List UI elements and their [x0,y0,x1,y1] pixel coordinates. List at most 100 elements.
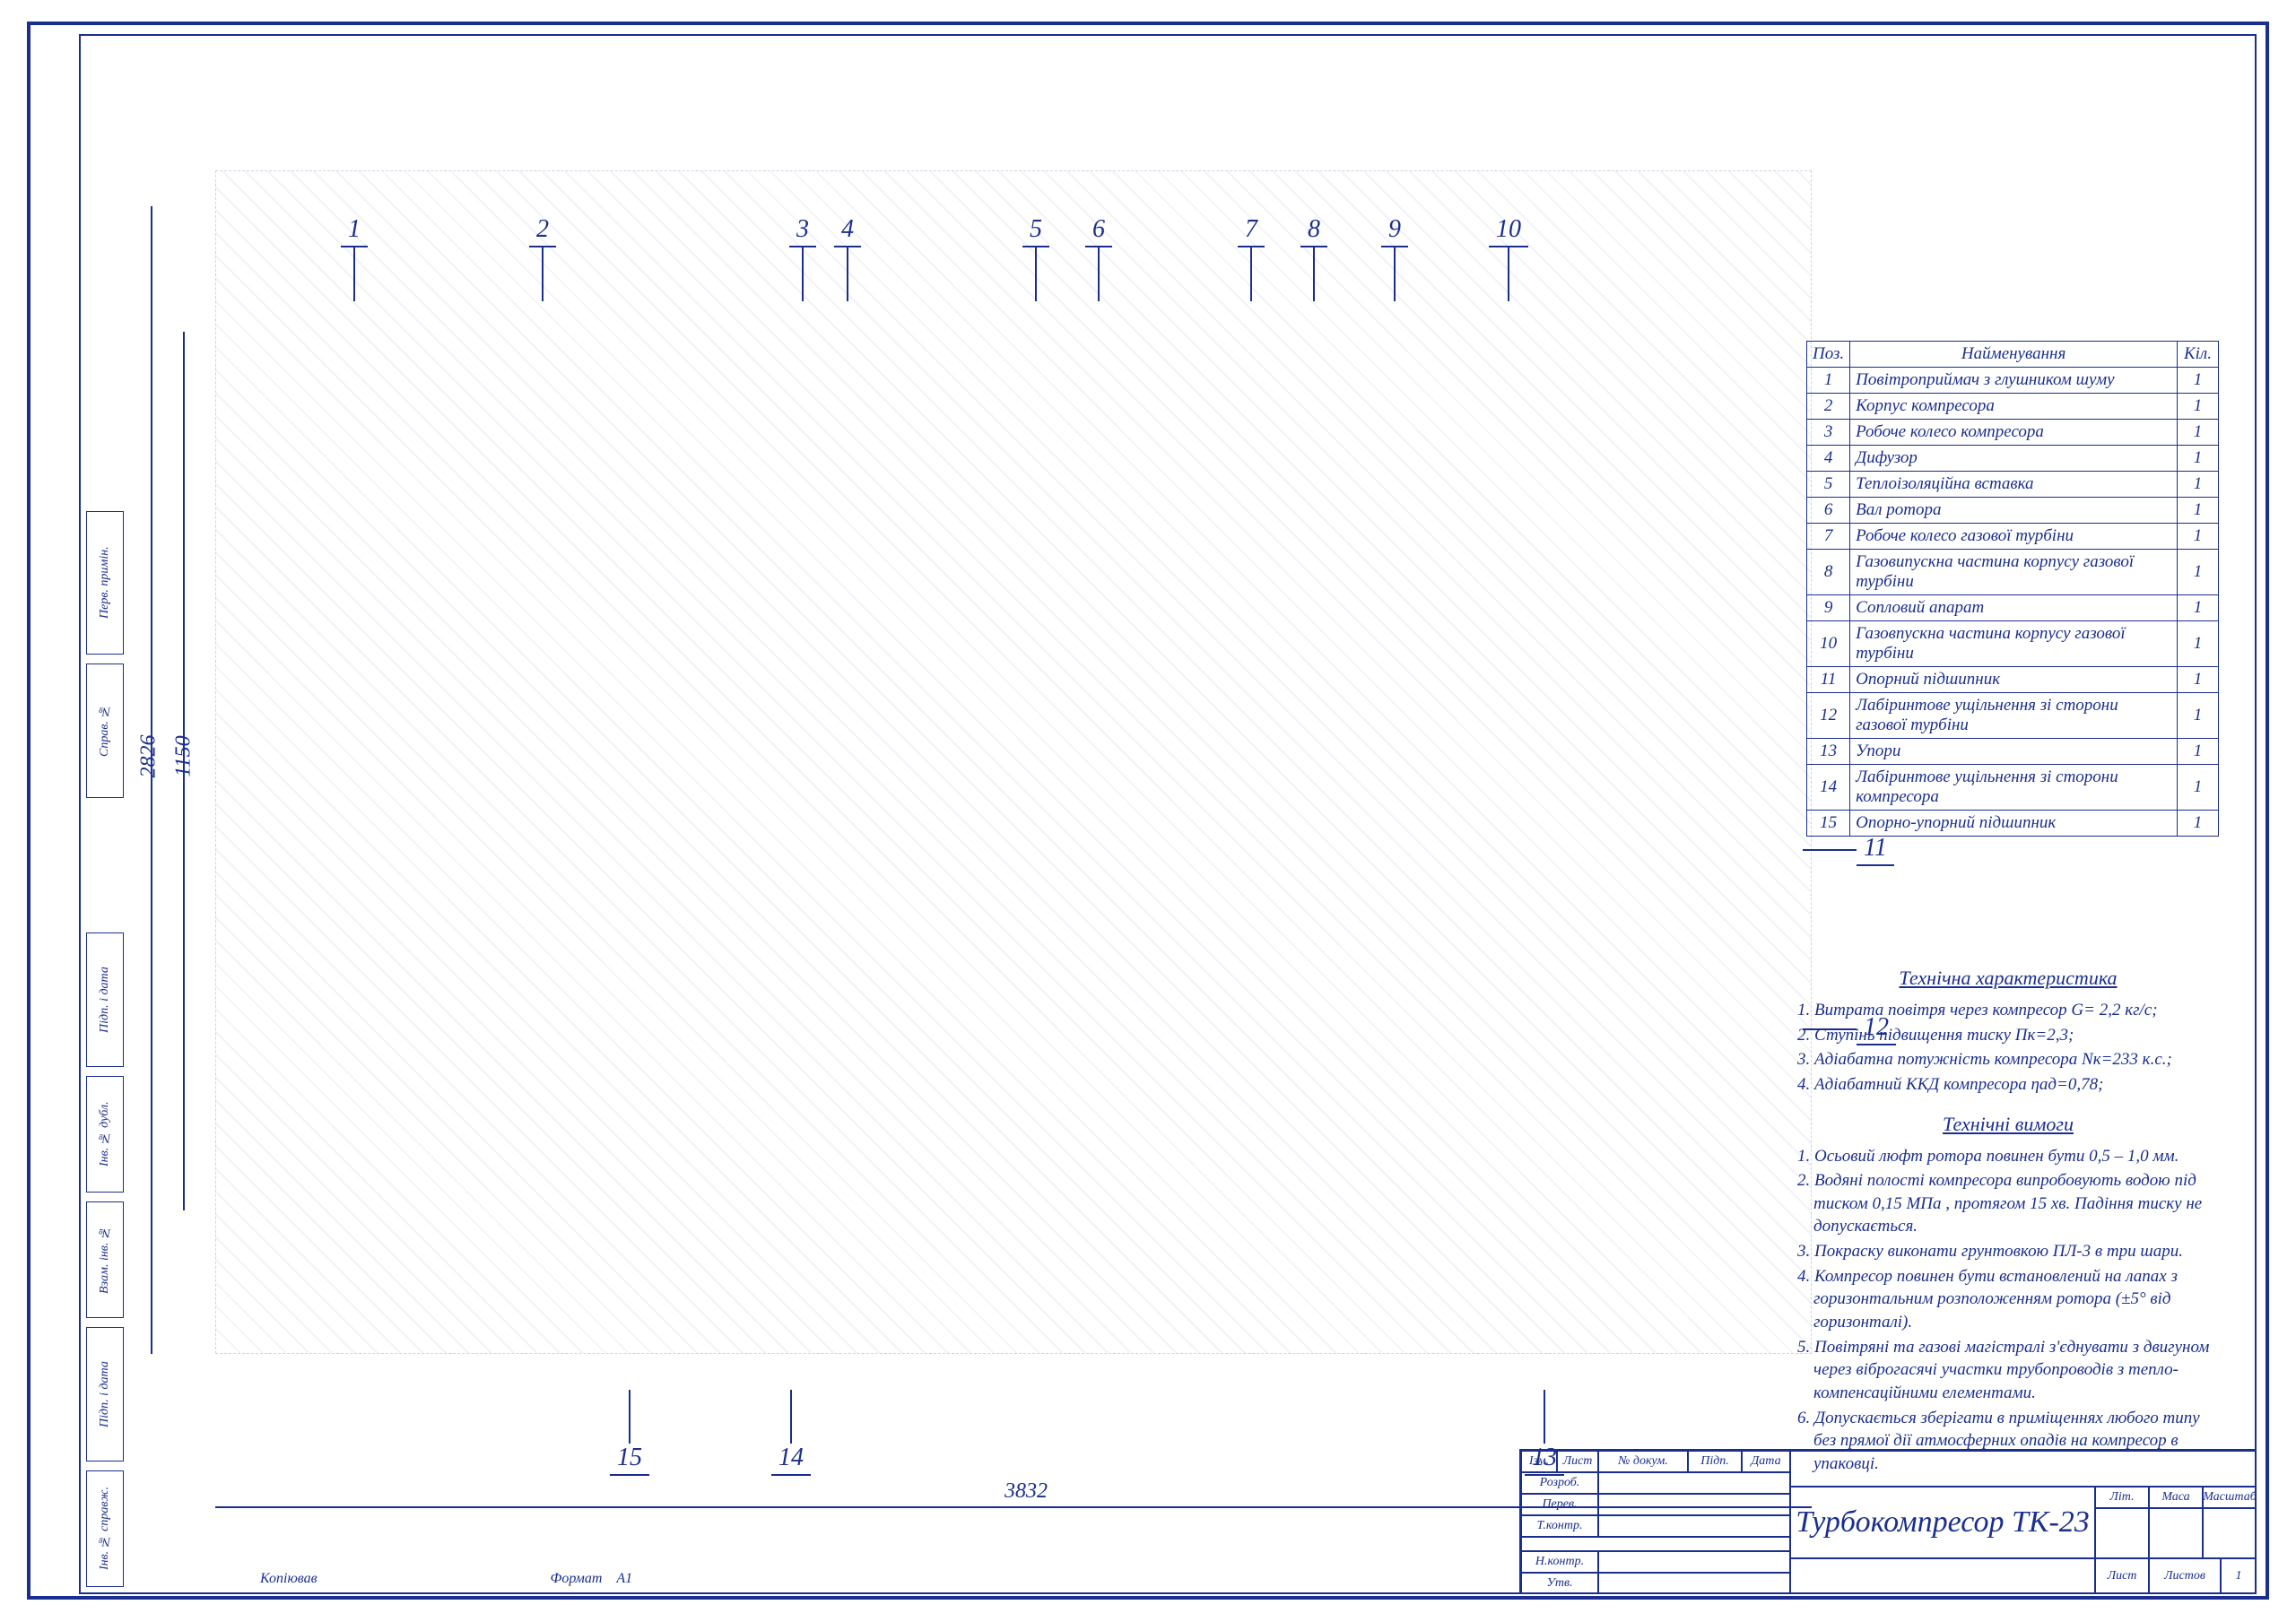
tb-nkontr: Н.контр. [1521,1551,1598,1573]
cell-name: Теплоізоляційна вставка [1850,472,2178,498]
callout-4: 4 [834,215,861,247]
table-row: 14Лабіринтове ущільнення зі сторони комп… [1807,765,2219,811]
tb-perev-val [1598,1494,1790,1515]
cell-pos: 5 [1807,472,1850,498]
callout-11: 11 [1857,834,1894,866]
rev-cell: Перв. примін. [86,511,124,655]
cell-qty: 1 [2178,472,2219,498]
cell-name: Опорний підшипник [1850,667,2178,693]
revision-strip: Інв. № справж. Підп. і дата Взам. інв. №… [81,36,129,1596]
table-row: 11Опорний підшипник1 [1807,667,2219,693]
dim-label-width: 3832 [1004,1479,1048,1504]
tb-mashtab: Маcштаб [2203,1487,2257,1508]
tech-req-item: 1. Осьовий люфт ротора повинен бути 0,5 … [1797,1145,2219,1168]
tb-rozrob: Розроб. [1521,1472,1598,1494]
table-row: 4Дифузор1 [1807,446,2219,472]
table-row: 2Корпус компресора1 [1807,394,2219,420]
table-row: 5Теплоізоляційна вставка1 [1807,472,2219,498]
footer-labels: Копіював Формат А1 [260,1571,1157,1587]
callout-5: 5 [1022,215,1049,247]
cell-name: Упори [1850,739,2178,765]
cell-name: Лабіринтове ущільнення зі сторони компре… [1850,765,2178,811]
cell-name: Сопловий апарат [1850,595,2178,621]
tb-masa-val [2149,1508,2203,1558]
cell-name: Дифузор [1850,446,2178,472]
tb-rozrob-val [1598,1472,1790,1494]
callout-7: 7 [1238,215,1265,247]
tb-data: Дата [1742,1451,1790,1472]
cell-name: Лабіринтове ущільнення зі сторони газово… [1850,693,2178,739]
tb-nkontr-val [1598,1551,1790,1573]
format-label: Формат [551,1571,603,1586]
tb-lyst: Лист [1557,1451,1598,1472]
tech-char-item: 4. Адіабатний ККД компресора ηад=0,78; [1797,1073,2219,1097]
cell-name: Вал ротора [1850,498,2178,524]
tb-tkontr-val [1598,1515,1790,1537]
dim-label-h1: 2826 [137,735,161,778]
callout-3: 3 [789,215,816,247]
cell-qty: 1 [2178,524,2219,550]
cell-qty: 1 [2178,446,2219,472]
table-row: 15Опорно-упорний підшипник1 [1807,811,2219,837]
cell-pos: 1 [1807,368,1850,394]
drawing-title: Турбокомпресор ТК-23 [1790,1487,2095,1558]
cell-pos: 13 [1807,739,1850,765]
tech-req-item: 4. Компресор повинен бути встановлений н… [1797,1265,2219,1334]
dim-label-h2: 1150 [172,735,196,776]
tb-masa: Маса [2149,1487,2203,1508]
rev-cell: Підп. і дата [86,1327,124,1462]
tech-req-item: 2. Водяні полості компресора випробовуют… [1797,1169,2219,1238]
parts-list-table: Поз. Найменування Кіл. 1Повітроприймач з… [1806,341,2219,837]
tb-mash-val [2203,1508,2257,1558]
rev-cell: Інв. № справж. [86,1470,124,1587]
tb-blank [1521,1537,1790,1551]
cell-name: Корпус компресора [1850,394,2178,420]
callout-1: 1 [341,215,368,247]
rev-cell: Взам. інв. № [86,1201,124,1318]
cell-qty: 1 [2178,621,2219,667]
cell-pos: 15 [1807,811,1850,837]
tech-req-item: 3. Покраску виконати грунтовкою ПЛ-3 в т… [1797,1240,2219,1263]
cell-pos: 10 [1807,621,1850,667]
tb-org [1790,1558,2095,1594]
cell-name: Робоче колесо газової турбіни [1850,524,2178,550]
cell-pos: 8 [1807,550,1850,595]
callout-8: 8 [1300,215,1327,247]
cell-qty: 1 [2178,498,2219,524]
cell-qty: 1 [2178,667,2219,693]
drawing-sheet-inner: Інв. № справж. Підп. і дата Взам. інв. №… [79,34,2257,1594]
rev-cell: Підп. і дата [86,932,124,1067]
tech-text-block: Технічна характеристика 1. Витрата повіт… [1797,950,2219,1478]
table-row: 1Повітроприймач з глушником шуму1 [1807,368,2219,394]
cell-pos: 12 [1807,693,1850,739]
tech-char-item: 1. Витрата повітря через компресор G= 2,… [1797,999,2219,1022]
copy-label: Копіював [260,1571,317,1587]
callout-6: 6 [1085,215,1112,247]
table-row: 13Упори1 [1807,739,2219,765]
table-row: 6Вал ротора1 [1807,498,2219,524]
cell-pos: 6 [1807,498,1850,524]
rev-cell: Інв. № дубл. [86,1076,124,1193]
cell-qty: 1 [2178,394,2219,420]
cell-qty: 1 [2178,739,2219,765]
tb-utv-val [1598,1573,1790,1594]
cell-pos: 7 [1807,524,1850,550]
tech-char-item: 2. Ступінь підвищення тиску Пк=2,3; [1797,1024,2219,1047]
title-block: Ізм. Лист № докум. Підп. Дата Розроб. Пе… [1519,1449,2255,1592]
cell-pos: 14 [1807,765,1850,811]
callout-10: 10 [1489,215,1528,247]
tb-designation [1790,1451,2257,1487]
table-row: 10Газовпускна частина корпусу газової ту… [1807,621,2219,667]
tech-req-heading: Технічні вимоги [1797,1113,2219,1136]
section-view-placeholder [215,170,1812,1354]
tech-char-item: 3. Адіабатна потужність компресора Nк=23… [1797,1048,2219,1071]
callout-9: 9 [1381,215,1408,247]
table-row: 7Робоче колесо газової турбіни1 [1807,524,2219,550]
cell-qty: 1 [2178,420,2219,446]
callout-2: 2 [529,215,556,247]
cell-pos: 9 [1807,595,1850,621]
tb-sheet-label: Лист [2095,1558,2149,1594]
rev-cell: Справ. № [86,664,124,798]
format-value: А1 [616,1571,632,1586]
cell-pos: 11 [1807,667,1850,693]
